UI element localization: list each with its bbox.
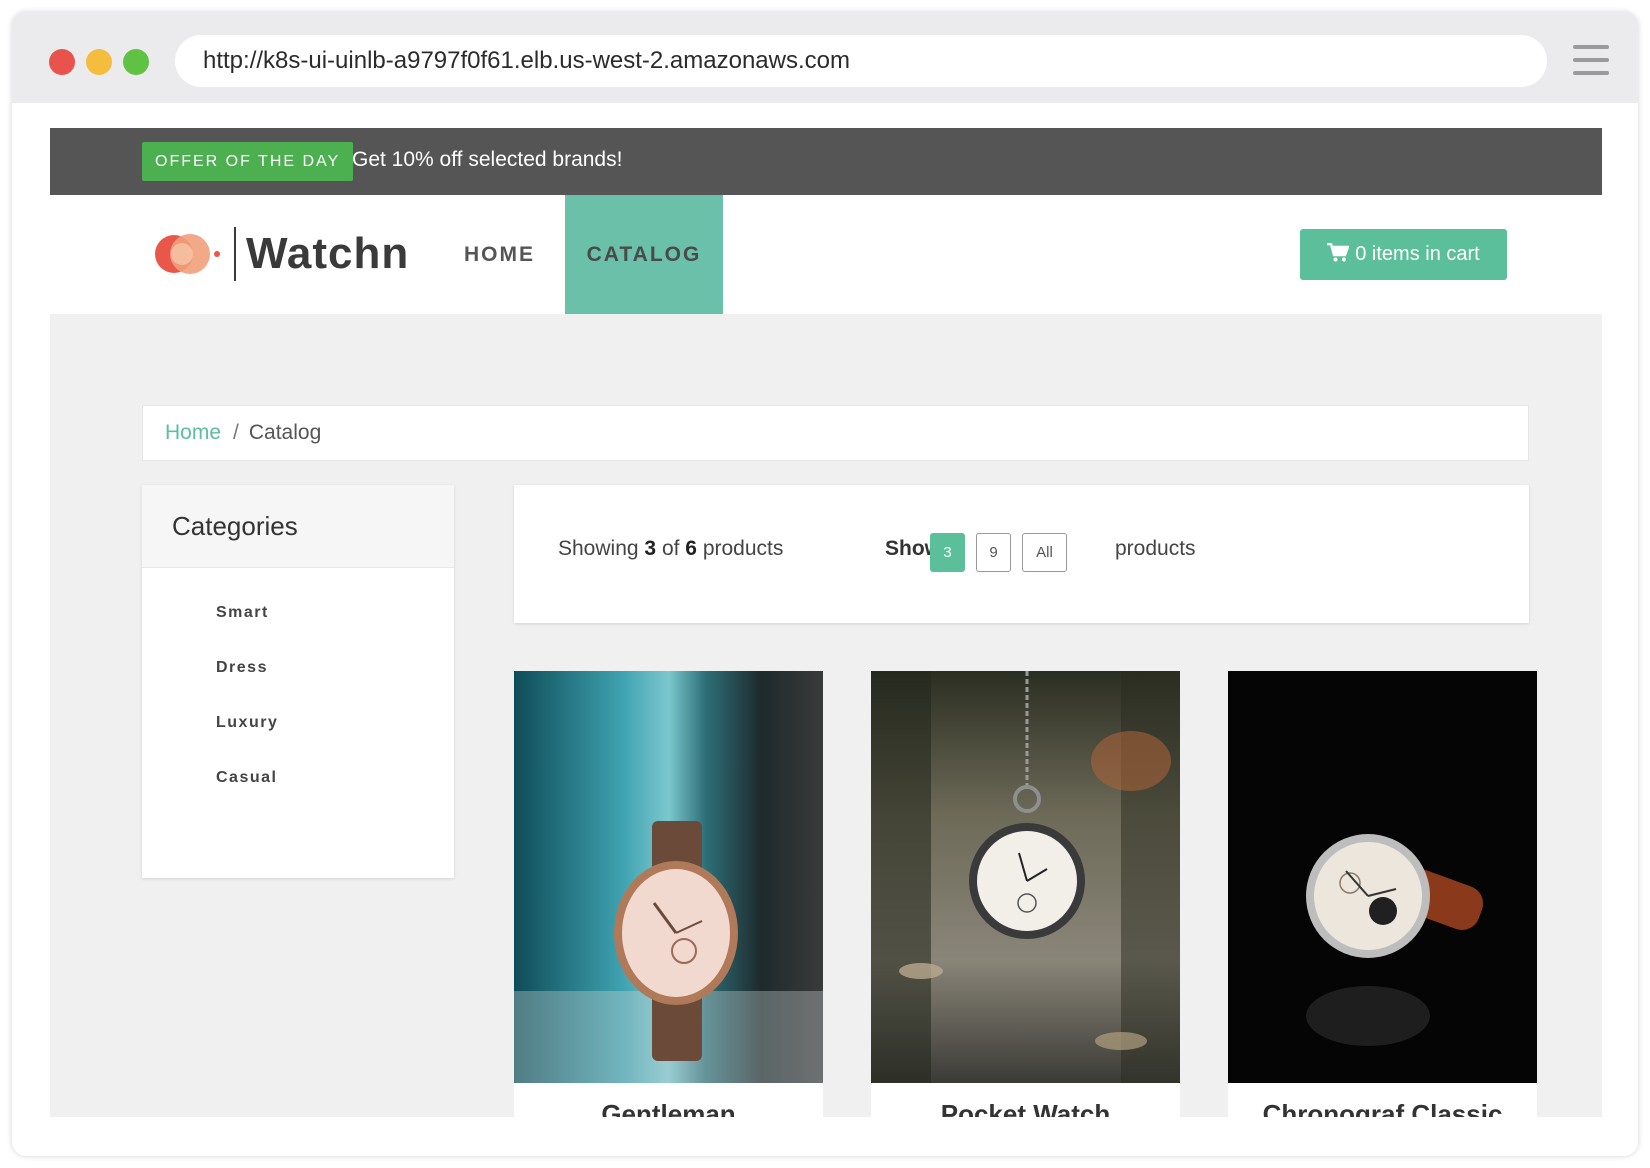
- minimize-window-button[interactable]: [86, 49, 112, 75]
- total-count: 6: [685, 537, 697, 560]
- category-dress[interactable]: Dress: [216, 659, 454, 714]
- of-word: of: [661, 537, 680, 560]
- offer-badge: OFFER OF THE DAY: [142, 142, 354, 181]
- showing-prefix: Showing: [558, 537, 639, 560]
- breadcrumb-separator: /: [233, 421, 239, 444]
- product-title[interactable]: Chronograf Classic: [1228, 1083, 1537, 1117]
- product-card-chronograf-classic[interactable]: Chronograf Classic: [1228, 671, 1537, 1117]
- navbar: Watchn HOME CATALOG 0 items in cart: [50, 195, 1602, 314]
- categories-list: Smart Dress Luxury Casual: [142, 568, 454, 824]
- shown-count: 3: [644, 537, 657, 560]
- products-label: products: [1115, 537, 1196, 560]
- close-window-button[interactable]: [49, 49, 75, 75]
- products-word: products: [702, 537, 784, 560]
- page-size-9-button[interactable]: 9: [976, 533, 1011, 572]
- catalog-toolbar: Showing 3 of 6 products Show 3 9 All pro…: [514, 485, 1529, 623]
- results-count: Showing 3 of 6 products: [558, 537, 783, 561]
- category-casual[interactable]: Casual: [216, 769, 454, 824]
- chronograph-watch-image: [1228, 671, 1537, 1083]
- offer-bar: OFFER OF THE DAY Get 10% off selected br…: [50, 128, 1602, 195]
- product-image-chronograf-classic[interactable]: [1228, 671, 1537, 1083]
- cart-label: 0 items in cart: [1355, 243, 1480, 265]
- hamburger-menu-icon[interactable]: [1573, 45, 1609, 75]
- breadcrumb: Home / Catalog: [142, 405, 1529, 461]
- logo-mark-icon: [155, 234, 220, 274]
- cart-button[interactable]: 0 items in cart: [1300, 229, 1507, 280]
- brand-logo[interactable]: Watchn: [154, 223, 414, 285]
- nav-catalog-link[interactable]: CATALOG: [565, 195, 723, 314]
- product-card-gentleman[interactable]: Gentleman: [514, 671, 823, 1117]
- brand-name: Watchn: [246, 229, 410, 278]
- maximize-window-button[interactable]: [123, 49, 149, 75]
- shopping-cart-icon: [1327, 242, 1350, 262]
- product-title[interactable]: Pocket Watch: [871, 1083, 1180, 1117]
- wristwatch-image: [514, 671, 823, 1083]
- product-image-gentleman[interactable]: [514, 671, 823, 1083]
- breadcrumb-current: Catalog: [248, 421, 322, 444]
- product-title[interactable]: Gentleman: [514, 1083, 823, 1117]
- logo-divider: [234, 227, 236, 281]
- nav-home-link[interactable]: HOME: [464, 195, 535, 314]
- address-bar[interactable]: http://k8s-ui-uinlb-a9797f0f61.elb.us-we…: [175, 35, 1547, 87]
- page-size-3-button[interactable]: 3: [930, 533, 965, 572]
- product-card-pocket-watch[interactable]: Pocket Watch: [871, 671, 1180, 1117]
- product-image-pocket-watch[interactable]: [871, 671, 1180, 1083]
- categories-title: Categories: [142, 485, 454, 568]
- categories-panel: Categories Smart Dress Luxury Casual: [142, 485, 454, 878]
- browser-chrome: http://k8s-ui-uinlb-a9797f0f61.elb.us-we…: [12, 12, 1638, 103]
- offer-text: Get 10% off selected brands!: [352, 148, 623, 171]
- category-smart[interactable]: Smart: [216, 604, 454, 659]
- browser-window: http://k8s-ui-uinlb-a9797f0f61.elb.us-we…: [12, 12, 1638, 1156]
- breadcrumb-home-link[interactable]: Home: [165, 421, 221, 444]
- pocket-watch-image: [871, 671, 1180, 1083]
- page-viewport: OFFER OF THE DAY Get 10% off selected br…: [50, 128, 1602, 1117]
- page-size-all-button[interactable]: All: [1022, 533, 1067, 572]
- category-luxury[interactable]: Luxury: [216, 714, 454, 769]
